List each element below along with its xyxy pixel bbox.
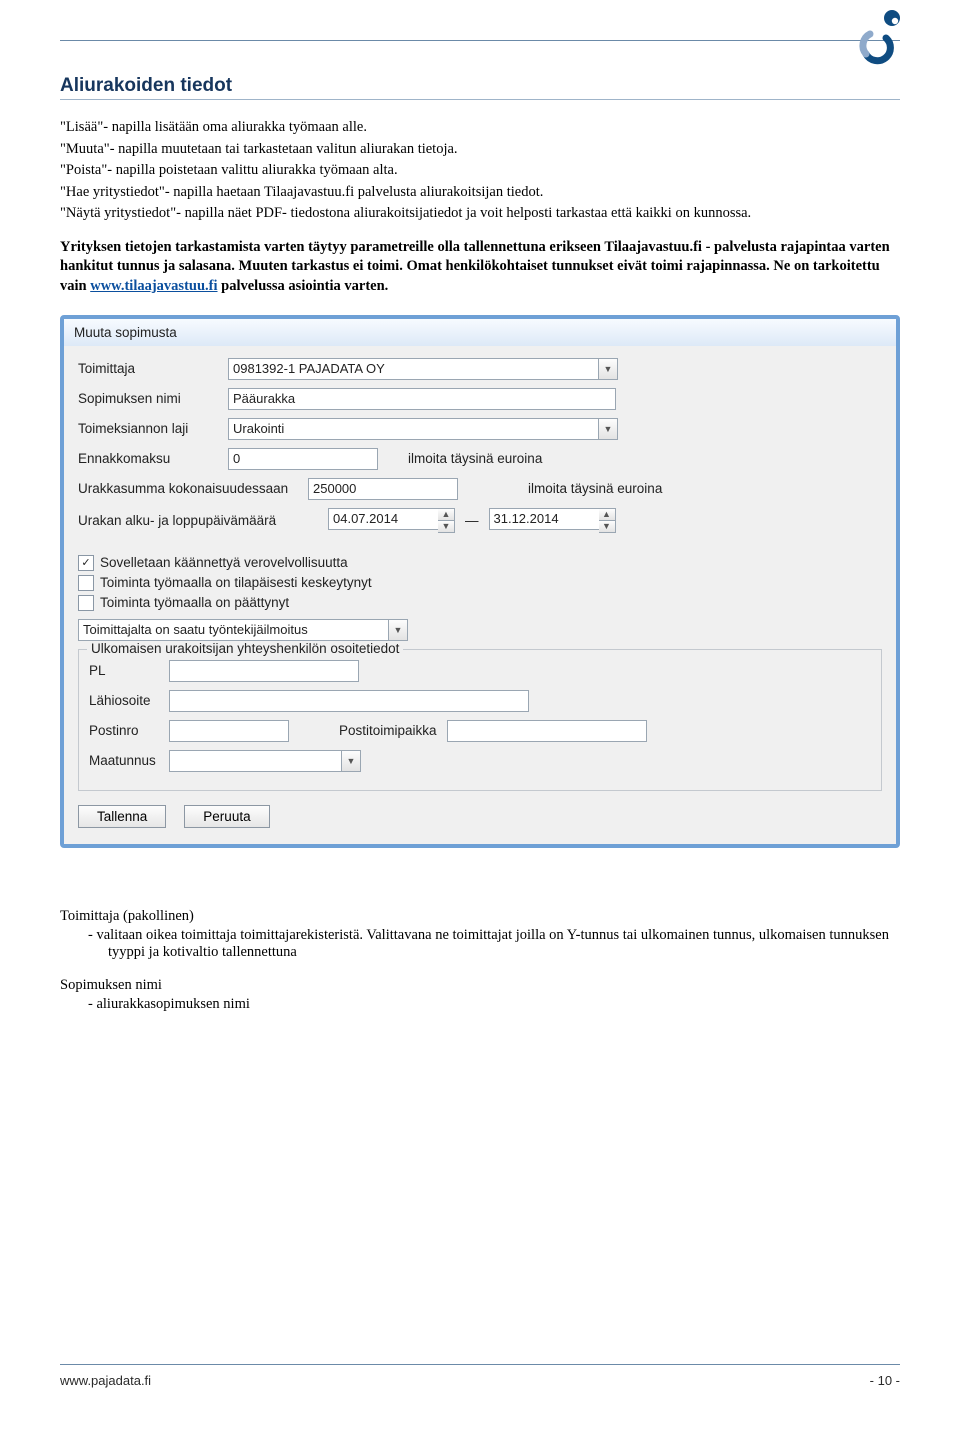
footer-label-sopimus: Sopimuksen nimi xyxy=(60,977,900,994)
footer-text-toimittaja: - valitaan oikea toimittaja toimittajare… xyxy=(60,927,900,961)
brand-logo xyxy=(856,8,904,66)
label-chk3: Toiminta työmaalla on päättynyt xyxy=(100,595,289,610)
footer-text-sopimus: - aliurakkasopimuksen nimi xyxy=(60,996,900,1013)
pl-input[interactable] xyxy=(169,660,359,682)
ilmoitus-input[interactable] xyxy=(78,619,388,641)
paragraph: "Lisää"- napilla lisätään oma aliurakka … xyxy=(60,118,900,138)
toimeksiannon-laji-combo[interactable]: ▼ xyxy=(228,418,618,440)
alku-paiva-field[interactable]: ▲ ▼ xyxy=(328,508,455,533)
loppu-paiva-input[interactable] xyxy=(489,508,599,530)
footer-label-toimittaja: Toimittaja (pakollinen) xyxy=(60,908,900,925)
chevron-down-icon[interactable]: ▼ xyxy=(599,521,616,533)
checkbox-keskeytynyt[interactable] xyxy=(78,575,94,591)
label-chk2: Toiminta työmaalla on tilapäisesti keske… xyxy=(100,575,372,590)
body-text: "Lisää"- napilla lisätään oma aliurakka … xyxy=(60,118,900,297)
spinner[interactable]: ▲ ▼ xyxy=(599,508,616,533)
label-chk1: Sovelletaan käännettyä verovelvollisuutt… xyxy=(100,555,348,570)
chevron-down-icon[interactable]: ▼ xyxy=(598,418,618,440)
label-maatunnus: Maatunnus xyxy=(89,753,159,768)
toimittaja-input[interactable] xyxy=(228,358,598,380)
cancel-button[interactable]: Peruuta xyxy=(184,805,269,828)
maatunnus-input[interactable] xyxy=(169,750,341,772)
chevron-down-icon[interactable]: ▼ xyxy=(438,521,455,533)
chevron-down-icon[interactable]: ▼ xyxy=(598,358,618,380)
toimittaja-combo[interactable]: ▼ xyxy=(228,358,618,380)
toimeksiannon-laji-input[interactable] xyxy=(228,418,598,440)
link-tilaajavastuu[interactable]: www.tilaajavastuu.fi xyxy=(90,278,217,294)
label-pl: PL xyxy=(89,663,159,678)
label-postinro: Postinro xyxy=(89,723,159,738)
ilmoitus-combo[interactable]: ▼ xyxy=(78,619,408,641)
paragraph: "Hae yritystiedot"- napilla haetaan Tila… xyxy=(60,183,900,203)
paragraph: "Näytä yritystiedot"- napilla näet PDF- … xyxy=(60,204,900,224)
save-button[interactable]: Tallenna xyxy=(78,805,166,828)
label-urakkasumma: Urakkasumma kokonaisuudessaan xyxy=(78,481,298,496)
loppu-paiva-field[interactable]: ▲ ▼ xyxy=(489,508,616,533)
alku-paiva-input[interactable] xyxy=(328,508,438,530)
urakkasumma-input[interactable] xyxy=(308,478,458,500)
paragraph-emphasis: Yrityksen tietojen tarkastamista varten … xyxy=(60,238,900,297)
chevron-up-icon[interactable]: ▲ xyxy=(438,508,455,521)
paragraph: "Poista"- napilla poistetaan valittu ali… xyxy=(60,161,900,181)
page-footer: www.pajadata.fi - 10 - xyxy=(60,1364,900,1388)
checkbox-verovelvollisuus[interactable]: ✓ xyxy=(78,555,94,571)
label-toimittaja: Toimittaja xyxy=(78,361,218,376)
footer-url: www.pajadata.fi xyxy=(60,1373,151,1388)
divider xyxy=(60,40,900,41)
chevron-down-icon[interactable]: ▼ xyxy=(388,619,408,641)
group-legend: Ulkomaisen urakoitsijan yhteyshenkilön o… xyxy=(87,641,403,656)
dialog-window: Muuta sopimusta Toimittaja ▼ Sopimuksen … xyxy=(60,315,900,848)
hint-urakkasumma: ilmoita täysinä euroina xyxy=(528,481,662,496)
chevron-down-icon[interactable]: ▼ xyxy=(341,750,361,772)
divider xyxy=(60,99,900,100)
postitoimipaikka-input[interactable] xyxy=(447,720,647,742)
postinro-input[interactable] xyxy=(169,720,289,742)
dialog-title: Muuta sopimusta xyxy=(64,319,896,346)
label-ennakkomaksu: Ennakkomaksu xyxy=(78,451,218,466)
label-sopimuksen-nimi: Sopimuksen nimi xyxy=(78,391,218,406)
page-number: - 10 - xyxy=(870,1373,900,1388)
dash-separator: — xyxy=(465,513,479,528)
label-urakka-paivamaarat: Urakan alku- ja loppupäivämäärä xyxy=(78,513,318,528)
groupbox-ulkomainen-osoite: Ulkomaisen urakoitsijan yhteyshenkilön o… xyxy=(78,649,882,791)
label-lahiosoite: Lähiosoite xyxy=(89,693,159,708)
hint-ennakko: ilmoita täysinä euroina xyxy=(408,451,542,466)
section-title: Aliurakoiden tiedot xyxy=(60,75,900,97)
spinner[interactable]: ▲ ▼ xyxy=(438,508,455,533)
chevron-up-icon[interactable]: ▲ xyxy=(599,508,616,521)
lahiosoite-input[interactable] xyxy=(169,690,529,712)
ennakkomaksu-input[interactable] xyxy=(228,448,378,470)
paragraph: "Muuta"- napilla muutetaan tai tarkastet… xyxy=(60,140,900,160)
label-postitoimipaikka: Postitoimipaikka xyxy=(339,723,437,738)
sopimuksen-nimi-input[interactable] xyxy=(228,388,616,410)
maatunnus-combo[interactable]: ▼ xyxy=(169,750,361,772)
label-toimeksiannon-laji: Toimeksiannon laji xyxy=(78,421,218,436)
checkbox-paattynyt[interactable] xyxy=(78,595,94,611)
